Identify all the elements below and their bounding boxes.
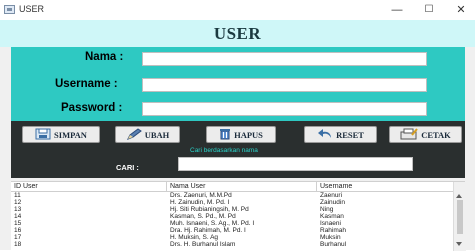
table-scrollbar[interactable] xyxy=(453,182,466,251)
table-row[interactable]: 12 H. Zainudin, M. Pd. I Zainudin xyxy=(11,199,453,206)
cell-nama: Dra. Hj. Rahimah, M. Pd. I xyxy=(170,227,246,234)
scroll-thumb[interactable] xyxy=(457,200,463,234)
table-row[interactable]: 15 Muh. Isnaeni, S. Ag., M. Pd. I Isnaen… xyxy=(11,220,453,227)
cell-nama: Hj. Siti Rubianingsih, M. Pd xyxy=(170,206,249,213)
table-header: ID User Nama User Username xyxy=(11,182,453,192)
search-hint: Cari berdasarkan nama xyxy=(190,147,258,154)
cell-id: 13 xyxy=(14,206,22,213)
reset-button[interactable]: RESET xyxy=(304,126,377,143)
close-button[interactable]: ✕ xyxy=(447,2,475,18)
trash-icon xyxy=(219,128,231,142)
username-label: Username : xyxy=(55,78,118,90)
cell-id: 17 xyxy=(14,234,22,241)
cell-username: Muksin xyxy=(320,234,341,241)
nama-input[interactable] xyxy=(142,52,427,66)
pencil-icon xyxy=(126,127,142,142)
cell-nama: H. Zainudin, M. Pd. I xyxy=(170,199,230,206)
table-row[interactable]: 14 Kasman, S. Pd., M. Pd Kasman xyxy=(11,213,453,220)
app-window-icon xyxy=(4,5,15,14)
cell-id: 15 xyxy=(14,220,22,227)
scroll-down-arrow-icon[interactable] xyxy=(456,242,462,246)
reset-label: RESET xyxy=(336,129,364,140)
cell-username: Zainudin xyxy=(320,199,345,206)
username-input[interactable] xyxy=(142,78,427,92)
minimize-button[interactable]: — xyxy=(383,2,411,18)
cell-username: Zaenuri xyxy=(320,192,343,199)
search-label: CARI : xyxy=(116,163,139,172)
cetak-button[interactable]: CETAK xyxy=(389,126,462,143)
simpan-label: SIMPAN xyxy=(54,129,87,140)
hapus-button[interactable]: HAPUS xyxy=(206,126,276,143)
cell-username: Burhanul xyxy=(320,241,347,248)
column-divider xyxy=(166,182,167,191)
cell-nama: Drs. Zaenuri, M.M.Pd xyxy=(170,192,232,199)
password-label: Password : xyxy=(61,102,123,114)
page-title: USER xyxy=(213,24,262,43)
user-form: Nama : Username : Password : xyxy=(11,47,465,121)
search-input[interactable] xyxy=(178,157,413,171)
maximize-button[interactable]: ☐ xyxy=(415,2,443,18)
table-row[interactable]: 18 Drs. H. Burhanul Islam Burhanul xyxy=(11,241,453,248)
print-icon xyxy=(400,127,418,142)
cell-id: 11 xyxy=(14,192,21,199)
password-input[interactable] xyxy=(142,102,427,116)
cell-nama: Muh. Isnaeni, S. Ag., M. Pd. I xyxy=(170,220,255,227)
nama-label: Nama : xyxy=(85,51,124,63)
ubah-button[interactable]: UBAH xyxy=(115,126,180,143)
cell-id: 18 xyxy=(14,241,22,248)
title-bar: USER — ☐ ✕ xyxy=(0,0,475,20)
page-header: USER xyxy=(0,20,475,47)
column-divider xyxy=(316,182,317,191)
cetak-label: CETAK xyxy=(421,129,451,140)
user-table: ID User Nama User Username 11 Drs. Zaenu… xyxy=(11,181,466,251)
cell-nama: Kasman, S. Pd., M. Pd xyxy=(170,213,236,220)
user-window: USER — ☐ ✕ USER Nama : Username : Passwo… xyxy=(0,0,475,251)
cell-id: 12 xyxy=(14,199,22,206)
cell-username: Isnaeni xyxy=(320,220,341,227)
reset-arrow-icon xyxy=(317,128,333,142)
hapus-label: HAPUS xyxy=(234,129,263,140)
ubah-label: UBAH xyxy=(144,129,170,140)
cell-id: 16 xyxy=(14,227,22,234)
simpan-button[interactable]: SIMPAN xyxy=(22,126,100,143)
table-row[interactable]: 11 Drs. Zaenuri, M.M.Pd Zaenuri xyxy=(11,192,453,199)
cell-id: 14 xyxy=(14,213,22,220)
column-header-nama[interactable]: Nama User xyxy=(170,183,205,190)
cell-username: Rahimah xyxy=(320,227,347,234)
table-row[interactable]: 13 Hj. Siti Rubianingsih, M. Pd Ning xyxy=(11,206,453,213)
column-header-username[interactable]: Username xyxy=(320,183,352,190)
window-title: USER xyxy=(19,4,45,14)
column-header-id[interactable]: ID User xyxy=(14,183,38,190)
cell-nama: H. Muksin, S. Ag xyxy=(170,234,219,241)
save-icon xyxy=(35,128,51,142)
scroll-up-arrow-icon[interactable] xyxy=(456,194,462,198)
table-row[interactable]: 16 Dra. Hj. Rahimah, M. Pd. I Rahimah xyxy=(11,227,453,234)
cell-username: Kasman xyxy=(320,213,344,220)
cell-username: Ning xyxy=(320,206,334,213)
cell-nama: Drs. H. Burhanul Islam xyxy=(170,241,236,248)
table-row[interactable]: 17 H. Muksin, S. Ag Muksin xyxy=(11,234,453,241)
